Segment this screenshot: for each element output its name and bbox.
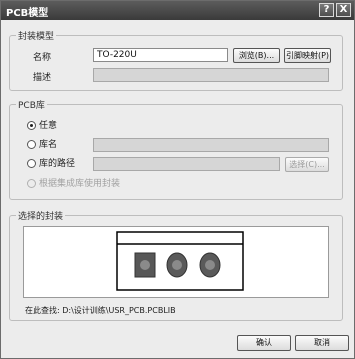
cancel-button[interactable]: 取消 [295, 335, 349, 351]
footprint-preview-drawing [116, 231, 244, 291]
radio-library-path-label: 库的路径 [39, 159, 76, 169]
title-bar[interactable]: PCB模型 ? X [1, 1, 354, 20]
pad-1-hole [140, 260, 150, 270]
radio-library-name[interactable]: 库名 [27, 140, 57, 152]
close-icon: X [339, 4, 348, 15]
browse-button[interactable]: 浏览(B)... [233, 48, 280, 63]
radio-integrated-library-label: 根据集成库使用封装 [39, 179, 121, 189]
radio-library-name-indicator [27, 140, 36, 149]
name-value: TO-220U [97, 50, 137, 60]
pcb-model-dialog: PCB模型 ? X 封装模型 名称 TO-220U 浏览(B)... 引脚映射(… [0, 0, 355, 359]
library-path-field[interactable] [93, 157, 280, 171]
radio-any[interactable]: 任意 [27, 121, 57, 133]
selected-footprint-legend: 选择的封装 [16, 209, 66, 222]
help-icon: ? [323, 4, 330, 15]
radio-any-label: 任意 [39, 121, 58, 131]
radio-library-name-label: 库名 [39, 140, 58, 150]
pin-map-button[interactable]: 引脚映射(P) [284, 48, 331, 63]
found-in-path: 在此查找: D:\设计训练\USR_PCB.PCBLIB [25, 306, 176, 315]
pad-3-hole [205, 260, 215, 270]
ok-button[interactable]: 确认 [237, 335, 291, 351]
library-name-field[interactable] [93, 138, 329, 152]
radio-integrated-library[interactable]: 根据集成库使用封装 [27, 179, 120, 191]
description-field[interactable] [93, 68, 329, 82]
footprint-model-legend: 封装模型 [16, 29, 57, 42]
radio-library-path[interactable]: 库的路径 [27, 159, 75, 171]
footprint-preview[interactable] [23, 226, 329, 298]
footprint-model-group: 封装模型 [9, 29, 343, 91]
window-title: PCB模型 [6, 8, 49, 19]
radio-any-indicator [27, 121, 36, 130]
description-label: 描述 [33, 73, 52, 83]
pad-2-hole [172, 260, 182, 270]
close-button[interactable]: X [336, 3, 351, 17]
pcb-library-legend: PCB库 [16, 98, 47, 111]
radio-library-path-indicator [27, 159, 36, 168]
help-button[interactable]: ? [319, 3, 334, 17]
radio-integrated-library-indicator [27, 179, 36, 188]
name-field[interactable]: TO-220U [93, 48, 228, 62]
choose-button[interactable]: 选择(C)... [285, 157, 329, 172]
name-label: 名称 [33, 53, 52, 63]
